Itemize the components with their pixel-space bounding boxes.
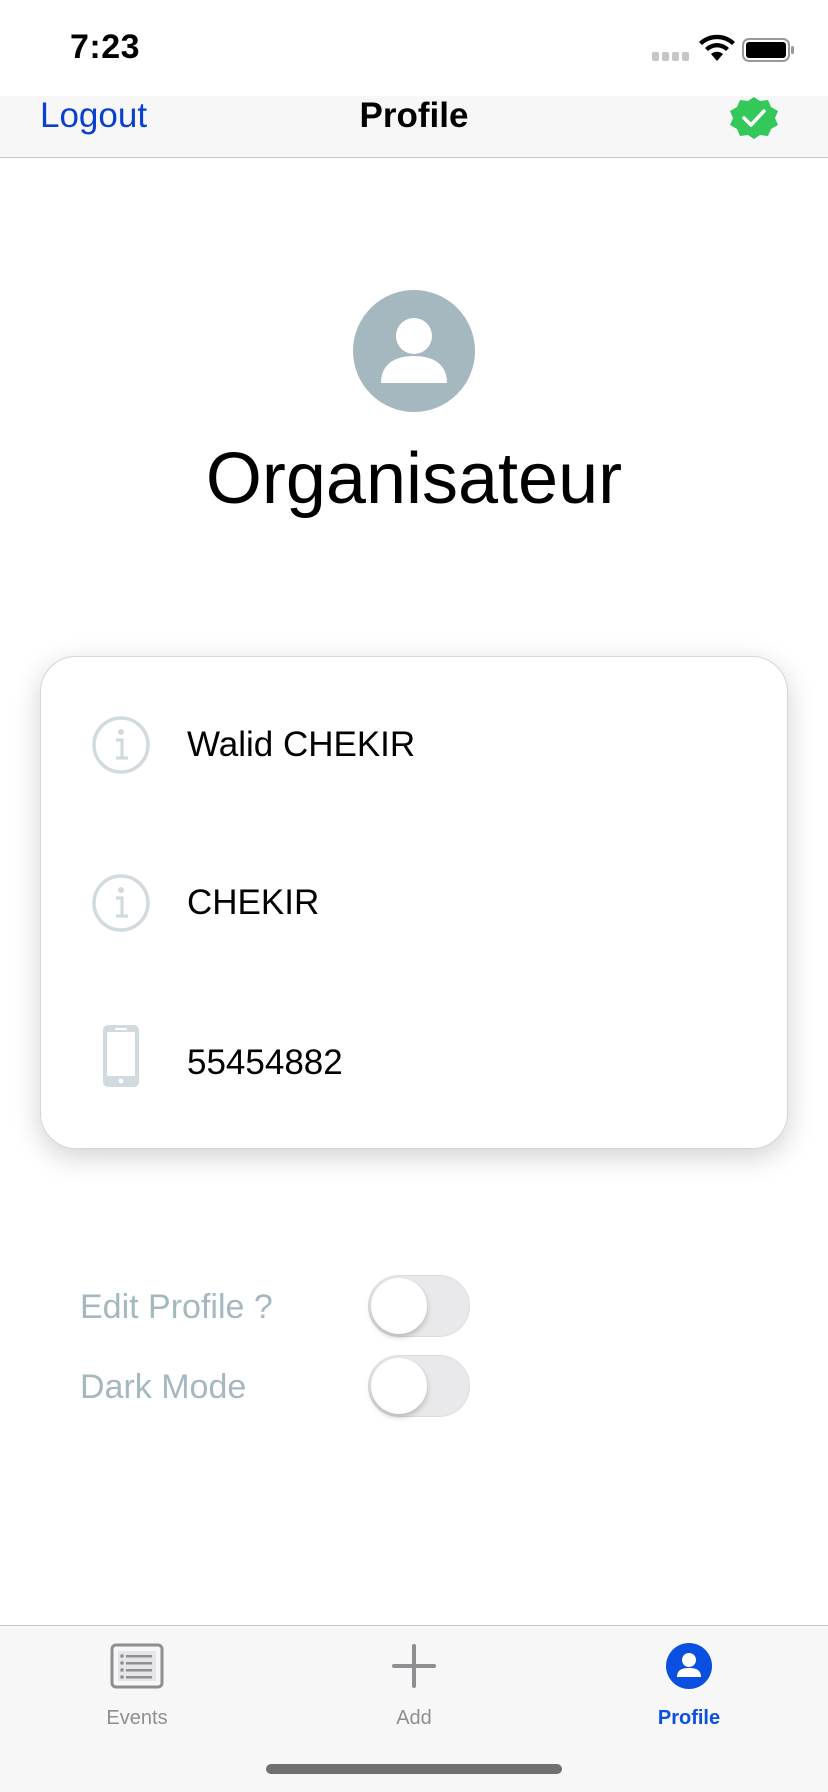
edit-profile-label: Edit Profile ? — [80, 1288, 273, 1326]
toggle-knob — [371, 1278, 427, 1334]
navigation-bar: Profile Logout — [0, 96, 828, 158]
edit-profile-toggle[interactable] — [368, 1275, 470, 1337]
home-indicator[interactable] — [266, 1764, 562, 1774]
edit-profile-setting: Edit Profile ? — [80, 1275, 480, 1337]
phone-value: 55454882 — [187, 1043, 343, 1082]
dark-mode-label: Dark Mode — [80, 1368, 247, 1406]
person-circle-icon — [666, 1643, 712, 1689]
tab-profile[interactable]: Profile — [589, 1626, 789, 1736]
last-name-value: CHEKIR — [187, 883, 320, 922]
battery-icon — [742, 38, 794, 62]
dark-mode-toggle[interactable] — [368, 1355, 470, 1417]
tab-events[interactable]: Events — [37, 1626, 237, 1736]
avatar — [353, 290, 475, 412]
person-icon — [381, 318, 447, 383]
full-name-row: Walid CHEKIR — [41, 705, 789, 785]
info-icon — [92, 716, 150, 774]
logout-button[interactable]: Logout — [40, 96, 147, 136]
verified-badge-icon[interactable] — [728, 96, 780, 140]
status-time: 7:23 — [70, 28, 141, 66]
dark-mode-setting: Dark Mode — [80, 1355, 480, 1417]
tab-add-label: Add — [396, 1707, 432, 1729]
plus-icon — [392, 1644, 436, 1688]
phone-row: 55454882 — [41, 1023, 789, 1103]
profile-screen: 7:23 Profile Logout Organisateur Walid C… — [0, 0, 828, 1792]
wifi-icon — [699, 34, 735, 61]
full-name-value: Walid CHEKIR — [187, 725, 416, 764]
cellular-signal-icon — [652, 52, 689, 61]
list-icon — [110, 1643, 164, 1689]
last-name-row: CHEKIR — [41, 863, 789, 943]
tab-events-label: Events — [106, 1707, 168, 1729]
profile-info-card: Walid CHEKIR CHEKIR 55454882 — [40, 656, 788, 1149]
status-bar: 7:23 — [0, 0, 828, 96]
toggle-knob — [371, 1358, 427, 1414]
role-title: Organisateur — [205, 439, 623, 519]
info-icon — [92, 874, 150, 932]
tab-profile-label: Profile — [657, 1707, 721, 1729]
phone-icon — [103, 1025, 139, 1087]
tab-add[interactable]: Add — [314, 1626, 514, 1736]
